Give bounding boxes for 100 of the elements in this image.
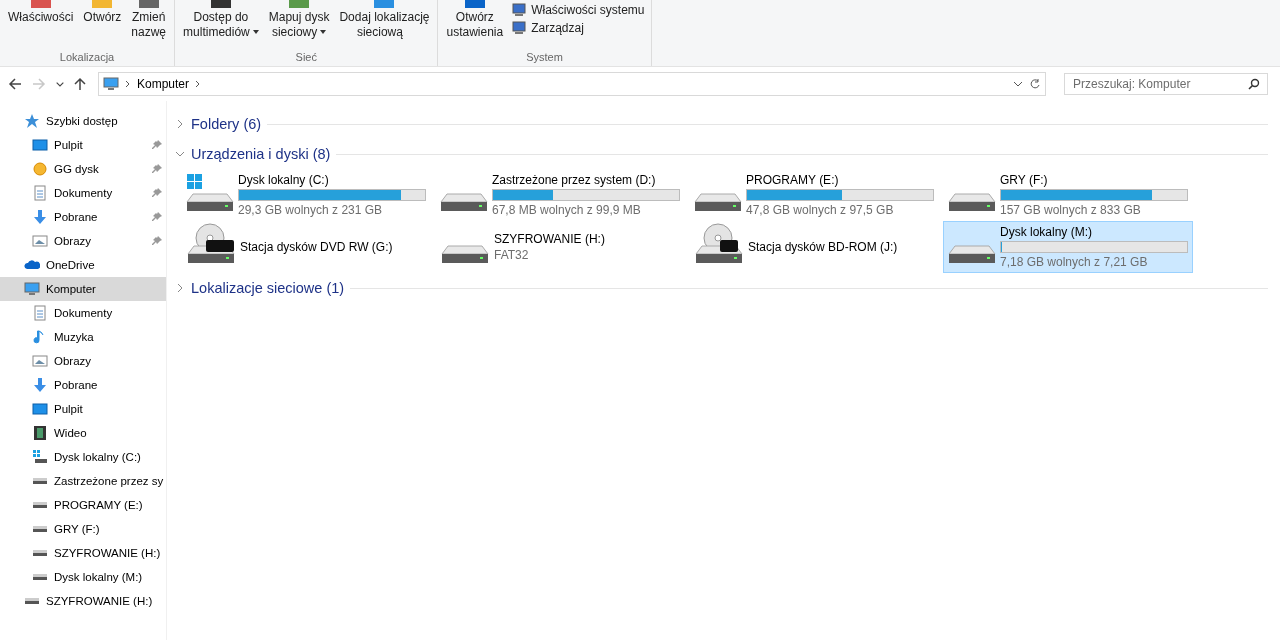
video-icon bbox=[32, 425, 48, 441]
section-header[interactable]: Foldery (6) bbox=[191, 116, 262, 132]
drive-icon bbox=[33, 574, 47, 580]
sidebar-item[interactable]: GRY (F:) bbox=[0, 517, 166, 541]
drive-info: 29,3 GB wolnych z 231 GB bbox=[238, 203, 384, 217]
drive-icon bbox=[33, 526, 47, 532]
pin-icon[interactable] bbox=[152, 212, 162, 222]
drive-icon bbox=[25, 598, 39, 604]
search-field[interactable]: Przeszukaj: Komputer bbox=[1064, 73, 1268, 95]
desktop-icon bbox=[32, 137, 48, 153]
pin-icon[interactable] bbox=[152, 188, 162, 198]
ribbon-button[interactable]: Dodaj lokalizację sieciową bbox=[337, 0, 432, 40]
drive-tile[interactable]: PROGRAMY (E:) 47,8 GB wolnych z 97,5 GB bbox=[689, 169, 939, 221]
pin-icon[interactable] bbox=[152, 164, 162, 174]
drive-tile[interactable]: Dysk lokalny (M:) 7,18 GB wolnych z 7,21 GB bbox=[943, 221, 1193, 273]
ribbon-button[interactable]: Otwórz ustawienia bbox=[444, 0, 506, 40]
sidebar-item[interactable]: Pobrane bbox=[0, 205, 166, 229]
drive-icon bbox=[33, 478, 47, 484]
sidebar-item[interactable]: Komputer bbox=[0, 277, 166, 301]
sidebar-item[interactable]: Muzyka bbox=[0, 325, 166, 349]
drive-tile[interactable]: GRY (F:) 157 GB wolnych z 833 GB bbox=[943, 169, 1193, 221]
ribbon-button[interactable]: Dostęp do multimediów bbox=[181, 0, 261, 40]
sidebar-item[interactable]: OneDrive bbox=[0, 253, 166, 277]
up-icon[interactable] bbox=[74, 77, 86, 91]
expand-icon[interactable] bbox=[175, 283, 185, 293]
refresh-icon[interactable] bbox=[1029, 78, 1041, 90]
drive-name: PROGRAMY (E:) bbox=[746, 173, 840, 187]
drive-tile[interactable]: Stacja dysków DVD RW (G:) bbox=[181, 221, 431, 273]
sidebar-item[interactable]: Obrazy bbox=[0, 349, 166, 373]
doc-icon bbox=[32, 185, 48, 201]
drive-icon bbox=[440, 193, 488, 212]
sidebar-item[interactable]: Pulpit bbox=[0, 133, 166, 157]
ribbon-group-label: Lokalizacja bbox=[58, 51, 116, 65]
ribbon-button[interactable]: Zarządzaj bbox=[511, 21, 645, 35]
download-icon bbox=[32, 377, 48, 393]
ribbon-group-label: System bbox=[525, 51, 564, 65]
drive-tile[interactable]: Dysk lokalny (C:) 29,3 GB wolnych z 231 GB bbox=[181, 169, 431, 221]
sidebar-item[interactable]: PROGRAMY (E:) bbox=[0, 493, 166, 517]
drive-tile[interactable]: Zastrzeżone przez system (D:) 67,8 MB wolnych z 99,9 MB bbox=[435, 169, 685, 221]
ribbon-button[interactable]: Właściwości bbox=[6, 0, 76, 25]
drive-icon bbox=[33, 502, 47, 508]
computer-icon bbox=[103, 76, 119, 92]
dropdown-icon[interactable] bbox=[1013, 80, 1023, 88]
drive-name: Stacja dysków BD-ROM (J:) bbox=[748, 240, 898, 254]
drive-name: Stacja dysków DVD RW (G:) bbox=[240, 240, 393, 254]
drive-icon bbox=[33, 550, 47, 556]
sidebar-item[interactable]: Dokumenty bbox=[0, 181, 166, 205]
pin-icon[interactable] bbox=[152, 236, 162, 246]
section-header[interactable]: Lokalizacje sieciowe (1) bbox=[191, 280, 345, 296]
drive-info: 47,8 GB wolnych z 97,5 GB bbox=[746, 203, 895, 217]
ribbon-button[interactable]: Zmień nazwę bbox=[129, 0, 169, 40]
caret-icon[interactable] bbox=[56, 81, 64, 87]
drive-name: SZYFROWANIE (H:) bbox=[494, 232, 605, 246]
drive-name: Dysk lokalny (M:) bbox=[1000, 225, 1093, 239]
image-icon bbox=[32, 233, 48, 249]
expand-icon[interactable] bbox=[175, 119, 185, 129]
sidebar-item[interactable]: Dokumenty bbox=[0, 301, 166, 325]
collapse-icon[interactable] bbox=[175, 149, 185, 159]
doc-icon bbox=[32, 305, 48, 321]
sidebar-item[interactable]: Obrazy bbox=[0, 229, 166, 253]
search-icon bbox=[1248, 78, 1260, 90]
system-properties-icon bbox=[511, 3, 528, 17]
desktop-icon bbox=[32, 401, 48, 417]
ribbon-button[interactable]: Właściwości systemu bbox=[511, 3, 645, 17]
sidebar-item[interactable]: SZYFROWANIE (H:) bbox=[0, 589, 166, 613]
drive-tile[interactable]: SZYFROWANIE (H:) FAT32 bbox=[435, 221, 685, 273]
chevron-icon bbox=[195, 80, 202, 88]
drive-name: Zastrzeżone przez system (D:) bbox=[492, 173, 657, 187]
pin-icon[interactable] bbox=[152, 140, 162, 150]
sidebar-item[interactable]: Pulpit bbox=[0, 397, 166, 421]
computer-icon bbox=[24, 281, 40, 297]
sidebar-item[interactable]: Dysk lokalny (M:) bbox=[0, 565, 166, 589]
optical-drive-icon bbox=[187, 223, 235, 264]
breadcrumb[interactable]: Komputer bbox=[137, 77, 190, 91]
drive-info: FAT32 bbox=[494, 248, 530, 262]
drive-tile[interactable]: Stacja dysków BD-ROM (J:) bbox=[689, 221, 939, 273]
sidebar-item[interactable]: Dysk lokalny (C:) bbox=[0, 445, 166, 469]
drive-icon bbox=[948, 193, 996, 212]
sidebar-item[interactable]: GG dysk bbox=[0, 157, 166, 181]
sidebar-item[interactable]: SZYFROWANIE (H:) bbox=[0, 541, 166, 565]
optical-drive-icon bbox=[695, 223, 743, 264]
address-bar[interactable]: Komputer bbox=[98, 72, 1046, 96]
ribbon-button[interactable]: Mapuj dysk sieciowy bbox=[266, 0, 332, 40]
drive-name: GRY (F:) bbox=[1000, 173, 1049, 187]
computer-manage-icon bbox=[511, 21, 528, 35]
drive-icon bbox=[948, 245, 996, 264]
back-icon[interactable] bbox=[8, 78, 22, 90]
ribbon-button[interactable]: Otwórz bbox=[81, 0, 124, 25]
download-icon bbox=[32, 209, 48, 225]
drive-info: 7,18 GB wolnych z 7,21 GB bbox=[1000, 255, 1149, 269]
sysdrive-icon bbox=[32, 449, 48, 465]
sidebar-item[interactable]: Zastrzeżone przez sy bbox=[0, 469, 166, 493]
drive-info: 67,8 MB wolnych z 99,9 MB bbox=[492, 203, 642, 217]
sidebar-item[interactable]: Pobrane bbox=[0, 373, 166, 397]
image-icon bbox=[32, 353, 48, 369]
section-header[interactable]: Urządzenia i dyski (8) bbox=[191, 146, 331, 162]
drive-info: 157 GB wolnych z 833 GB bbox=[1000, 203, 1142, 217]
sidebar-item[interactable]: Szybki dostęp bbox=[0, 109, 166, 133]
ribbon-group-label: Sieć bbox=[294, 51, 318, 65]
sidebar-item[interactable]: Wideo bbox=[0, 421, 166, 445]
